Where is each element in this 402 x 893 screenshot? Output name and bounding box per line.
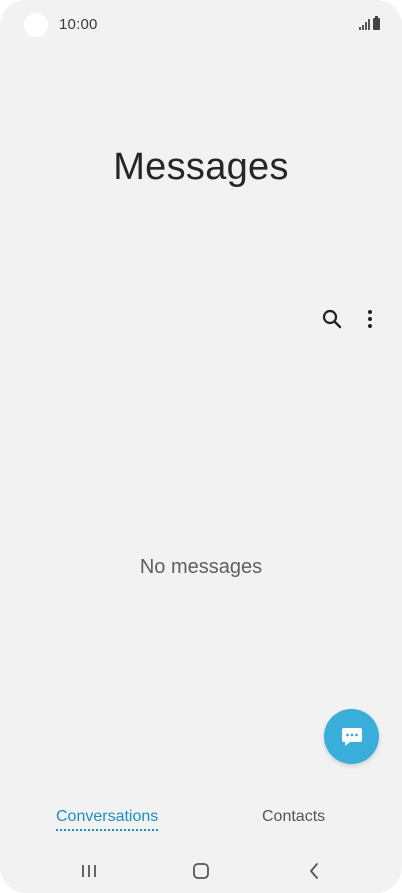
camera-hole [24,13,48,37]
tab-contacts[interactable]: Contacts [262,808,325,826]
battery-icon [373,16,380,30]
chat-bubble-icon [341,727,362,746]
home-icon [193,863,209,879]
recents-icon [82,865,96,877]
recents-button[interactable] [74,858,104,884]
more-vertical-icon [368,310,372,328]
page-title: Messages [113,146,289,188]
back-icon [310,863,318,879]
compose-button[interactable] [324,709,379,764]
empty-state-text: No messages [139,556,263,578]
status-time: 10:00 [59,16,98,33]
home-button[interactable] [186,858,216,884]
more-options-button[interactable] [358,305,382,333]
search-button[interactable] [318,305,346,333]
status-icons [359,16,380,30]
search-icon [322,309,342,329]
back-button[interactable] [299,858,329,884]
signal-icon [359,18,370,30]
messages-screen: 10:00 Messages No messages Conversations… [0,0,402,893]
tab-conversations[interactable]: Conversations [56,808,159,831]
